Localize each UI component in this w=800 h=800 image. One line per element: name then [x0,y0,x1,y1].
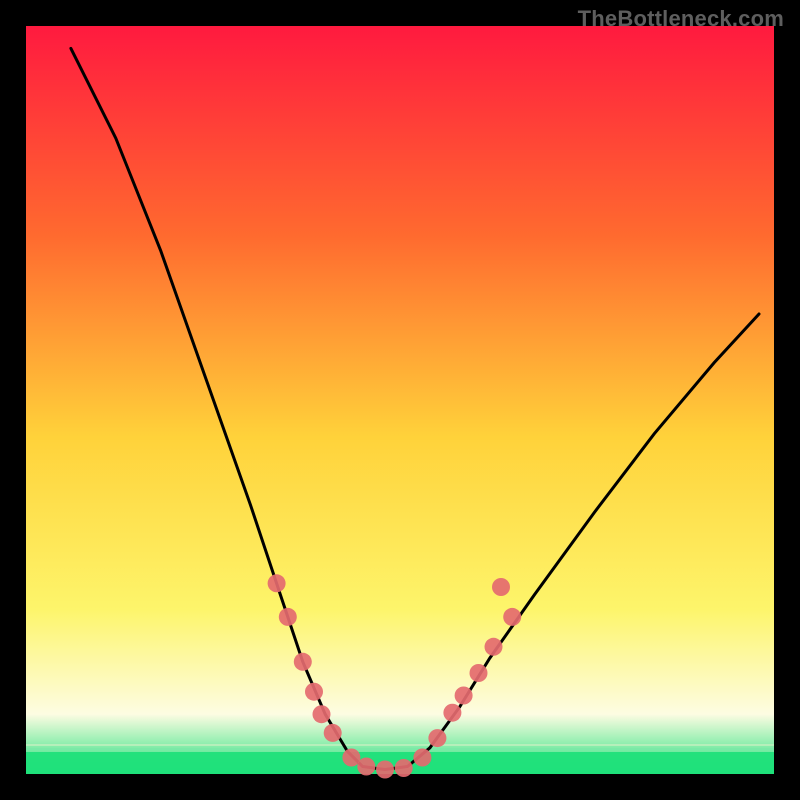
data-marker [279,608,297,626]
data-marker [268,574,286,592]
data-marker [492,578,510,596]
data-marker [357,758,375,776]
chart-stage: TheBottleneck.com [0,0,800,800]
data-marker [485,638,503,656]
data-marker [342,749,360,767]
data-marker [455,687,473,705]
data-marker [313,705,331,723]
green-stripe-2 [26,744,774,746]
data-marker [395,759,413,777]
data-marker [428,729,446,747]
data-marker [503,608,521,626]
data-marker [376,761,394,779]
data-marker [470,664,488,682]
data-marker [324,724,342,742]
bottleneck-plot [0,0,800,800]
plot-area [26,26,774,774]
data-marker [294,653,312,671]
green-stripe-1 [26,748,774,750]
watermark-label: TheBottleneck.com [578,6,784,32]
data-marker [413,749,431,767]
data-marker [305,683,323,701]
data-marker [443,704,461,722]
